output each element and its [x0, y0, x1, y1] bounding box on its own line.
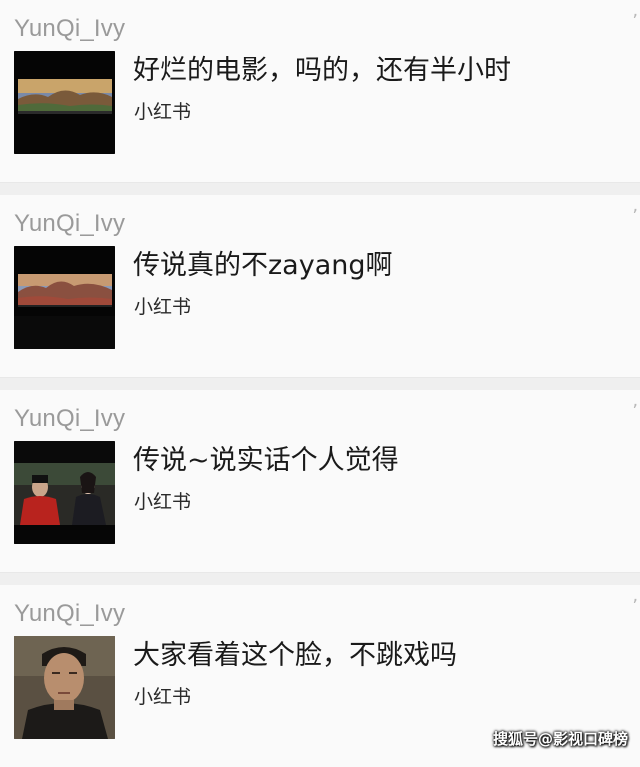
corner-mark: ʼ — [632, 596, 638, 617]
movie-theater-screen-landscape-image — [14, 51, 115, 154]
actor-face-closeup-image — [14, 636, 115, 739]
username[interactable]: YunQi_Ivy — [14, 599, 125, 629]
movie-scene-red-robes-image — [14, 441, 115, 544]
feed: YunQi_Ivy ʼ 好烂的电影，吗的，还有半小时 小红书 YunQi_Ivy… — [0, 0, 640, 767]
watermark: 搜狐号@影视口碑榜 — [492, 730, 628, 748]
thumbnail-image[interactable] — [14, 441, 115, 544]
thumbnail-image[interactable] — [14, 51, 115, 154]
corner-mark: ʼ — [632, 11, 638, 32]
username[interactable]: YunQi_Ivy — [14, 209, 125, 239]
feed-item[interactable]: YunQi_Ivy ʼ 传说~说实话个人觉得 小红书 — [0, 390, 640, 572]
feed-item[interactable]: YunQi_Ivy ʼ 好烂的电影，吗的，还有半小时 小红书 — [0, 0, 640, 182]
source-label[interactable]: 小红书 — [134, 294, 191, 320]
username[interactable]: YunQi_Ivy — [14, 404, 125, 434]
thumbnail-image[interactable] — [14, 636, 115, 739]
username[interactable]: YunQi_Ivy — [14, 14, 125, 44]
thumbnail-image[interactable] — [14, 246, 115, 349]
source-label[interactable]: 小红书 — [134, 684, 191, 710]
corner-mark: ʼ — [632, 401, 638, 422]
divider — [0, 377, 640, 390]
corner-mark: ʼ — [632, 206, 638, 227]
movie-theater-screen-landscape-image — [14, 246, 115, 349]
divider — [0, 572, 640, 585]
feed-item[interactable]: YunQi_Ivy ʼ 传说真的不zayang啊 小红书 — [0, 195, 640, 377]
message-text: 传说~说实话个人觉得 — [133, 445, 399, 476]
source-label[interactable]: 小红书 — [134, 489, 191, 515]
source-label[interactable]: 小红书 — [134, 99, 191, 125]
divider — [0, 182, 640, 195]
message-text: 传说真的不zayang啊 — [133, 250, 393, 281]
message-text: 好烂的电影，吗的，还有半小时 — [133, 55, 511, 86]
message-text: 大家看着这个脸，不跳戏吗 — [133, 640, 457, 671]
